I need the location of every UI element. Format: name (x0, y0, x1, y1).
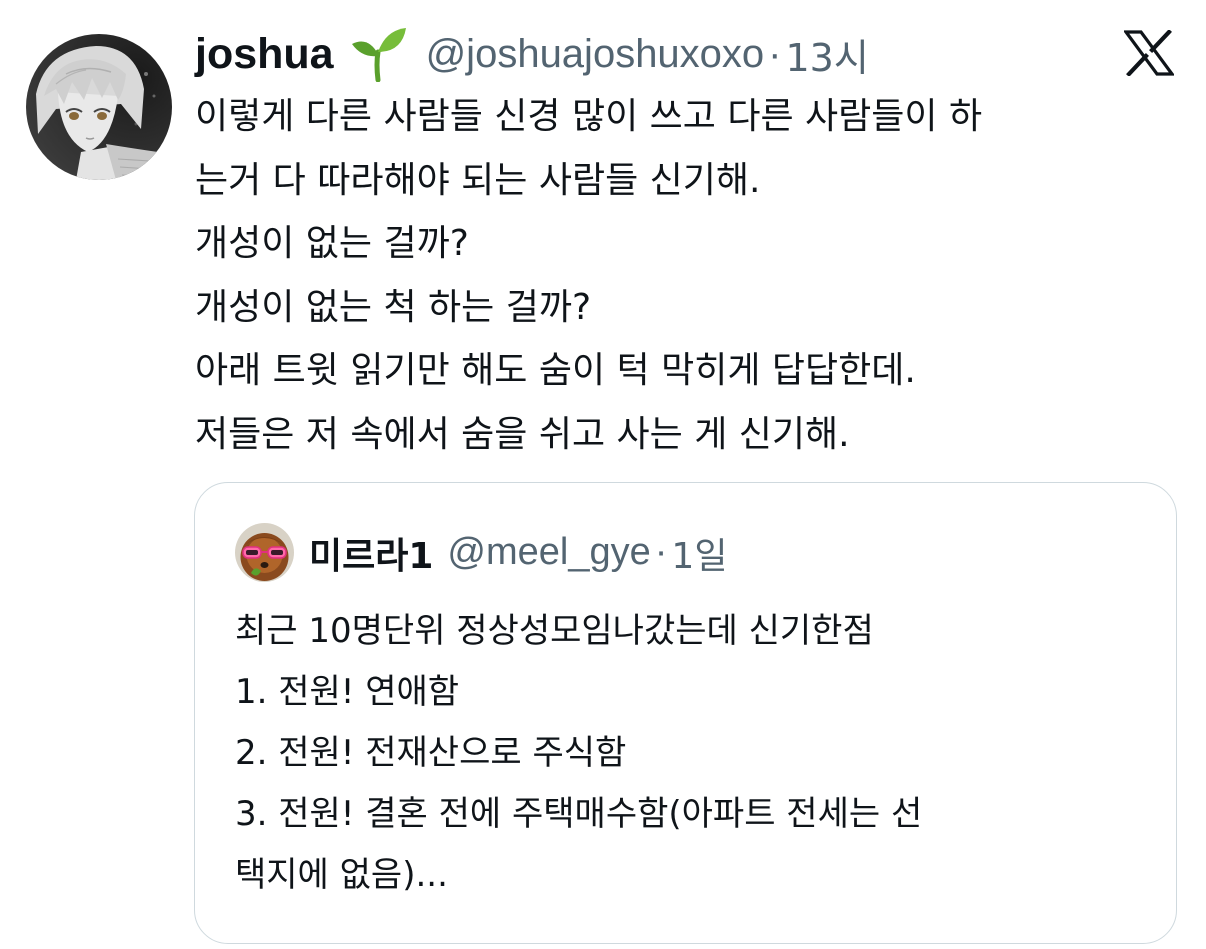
author-display-name[interactable]: joshua (195, 30, 334, 79)
tweet-card[interactable]: joshua @joshuajoshuxoxo · 13시 이렇게 다른 사람들… (0, 0, 1206, 949)
tweet-body: 이렇게 다른 사람들 신경 많이 쓰고 다른 사람들이 하 는거 다 따라해야 … (195, 85, 1185, 466)
tweet-timestamp[interactable]: 13시 (786, 27, 869, 82)
tweet-body-line: 아래 트윗 읽기만 해도 숨이 턱 막히게 답답한데. (195, 350, 916, 391)
quoted-tweet-body: 최근 10명단위 정상성모임나갔는데 신기한점 1. 전원! 연애함 2. 전원… (235, 601, 1155, 906)
dog-with-sunglasses-illustration (235, 523, 294, 582)
tweet-body-line: 개성이 없는 걸까? (195, 223, 469, 264)
quoted-body-line: 택지에 없음)... (235, 855, 448, 895)
author-handle[interactable]: @joshuajoshuxoxo (426, 32, 765, 77)
tweet-body-line: 개성이 없는 척 하는 걸까? (195, 286, 592, 328)
x-logo-icon[interactable] (1122, 29, 1176, 77)
quoted-author-avatar[interactable] (235, 523, 294, 582)
separator-dot: · (768, 31, 782, 76)
sprout-icon (348, 26, 408, 83)
quoted-tweet-timestamp: 1일 (671, 535, 728, 577)
quoted-author-handle: @meel_gye (447, 531, 651, 573)
quoted-author-display-name: 미르라1 (309, 535, 434, 577)
tweet-body-line: 이렇게 다른 사람들 신경 많이 쓰고 다른 사람들이 하 (195, 96, 983, 137)
quoted-body-line: 3. 전원! 결혼 전에 주택매수함(아파트 전세는 선 (235, 794, 923, 834)
tweet-body-line: 는거 다 따라해야 되는 사람들 신기해. (195, 159, 761, 201)
tweet-body-line: 저들은 저 속에서 숨을 쉬고 사는 게 신기해. (195, 413, 850, 455)
quoted-tweet-header: 미르라1 @meel_gye · 1일 (309, 523, 727, 582)
quoted-body-line: 2. 전원! 전재산으로 주식함 (235, 733, 627, 773)
quoted-body-line: 최근 10명단위 정상성모임나갔는데 신기한점 (235, 611, 874, 651)
separator-dot: · (654, 531, 668, 573)
tweet-header: joshua @joshuajoshuxoxo · 13시 (195, 22, 869, 86)
author-avatar[interactable] (26, 34, 172, 180)
quoted-tweet-card[interactable]: 미르라1 @meel_gye · 1일 최근 10명단위 정상성모임나갔는데 신… (194, 482, 1177, 944)
avatar-illustration (26, 34, 172, 180)
quoted-body-line: 1. 전원! 연애함 (235, 672, 460, 712)
